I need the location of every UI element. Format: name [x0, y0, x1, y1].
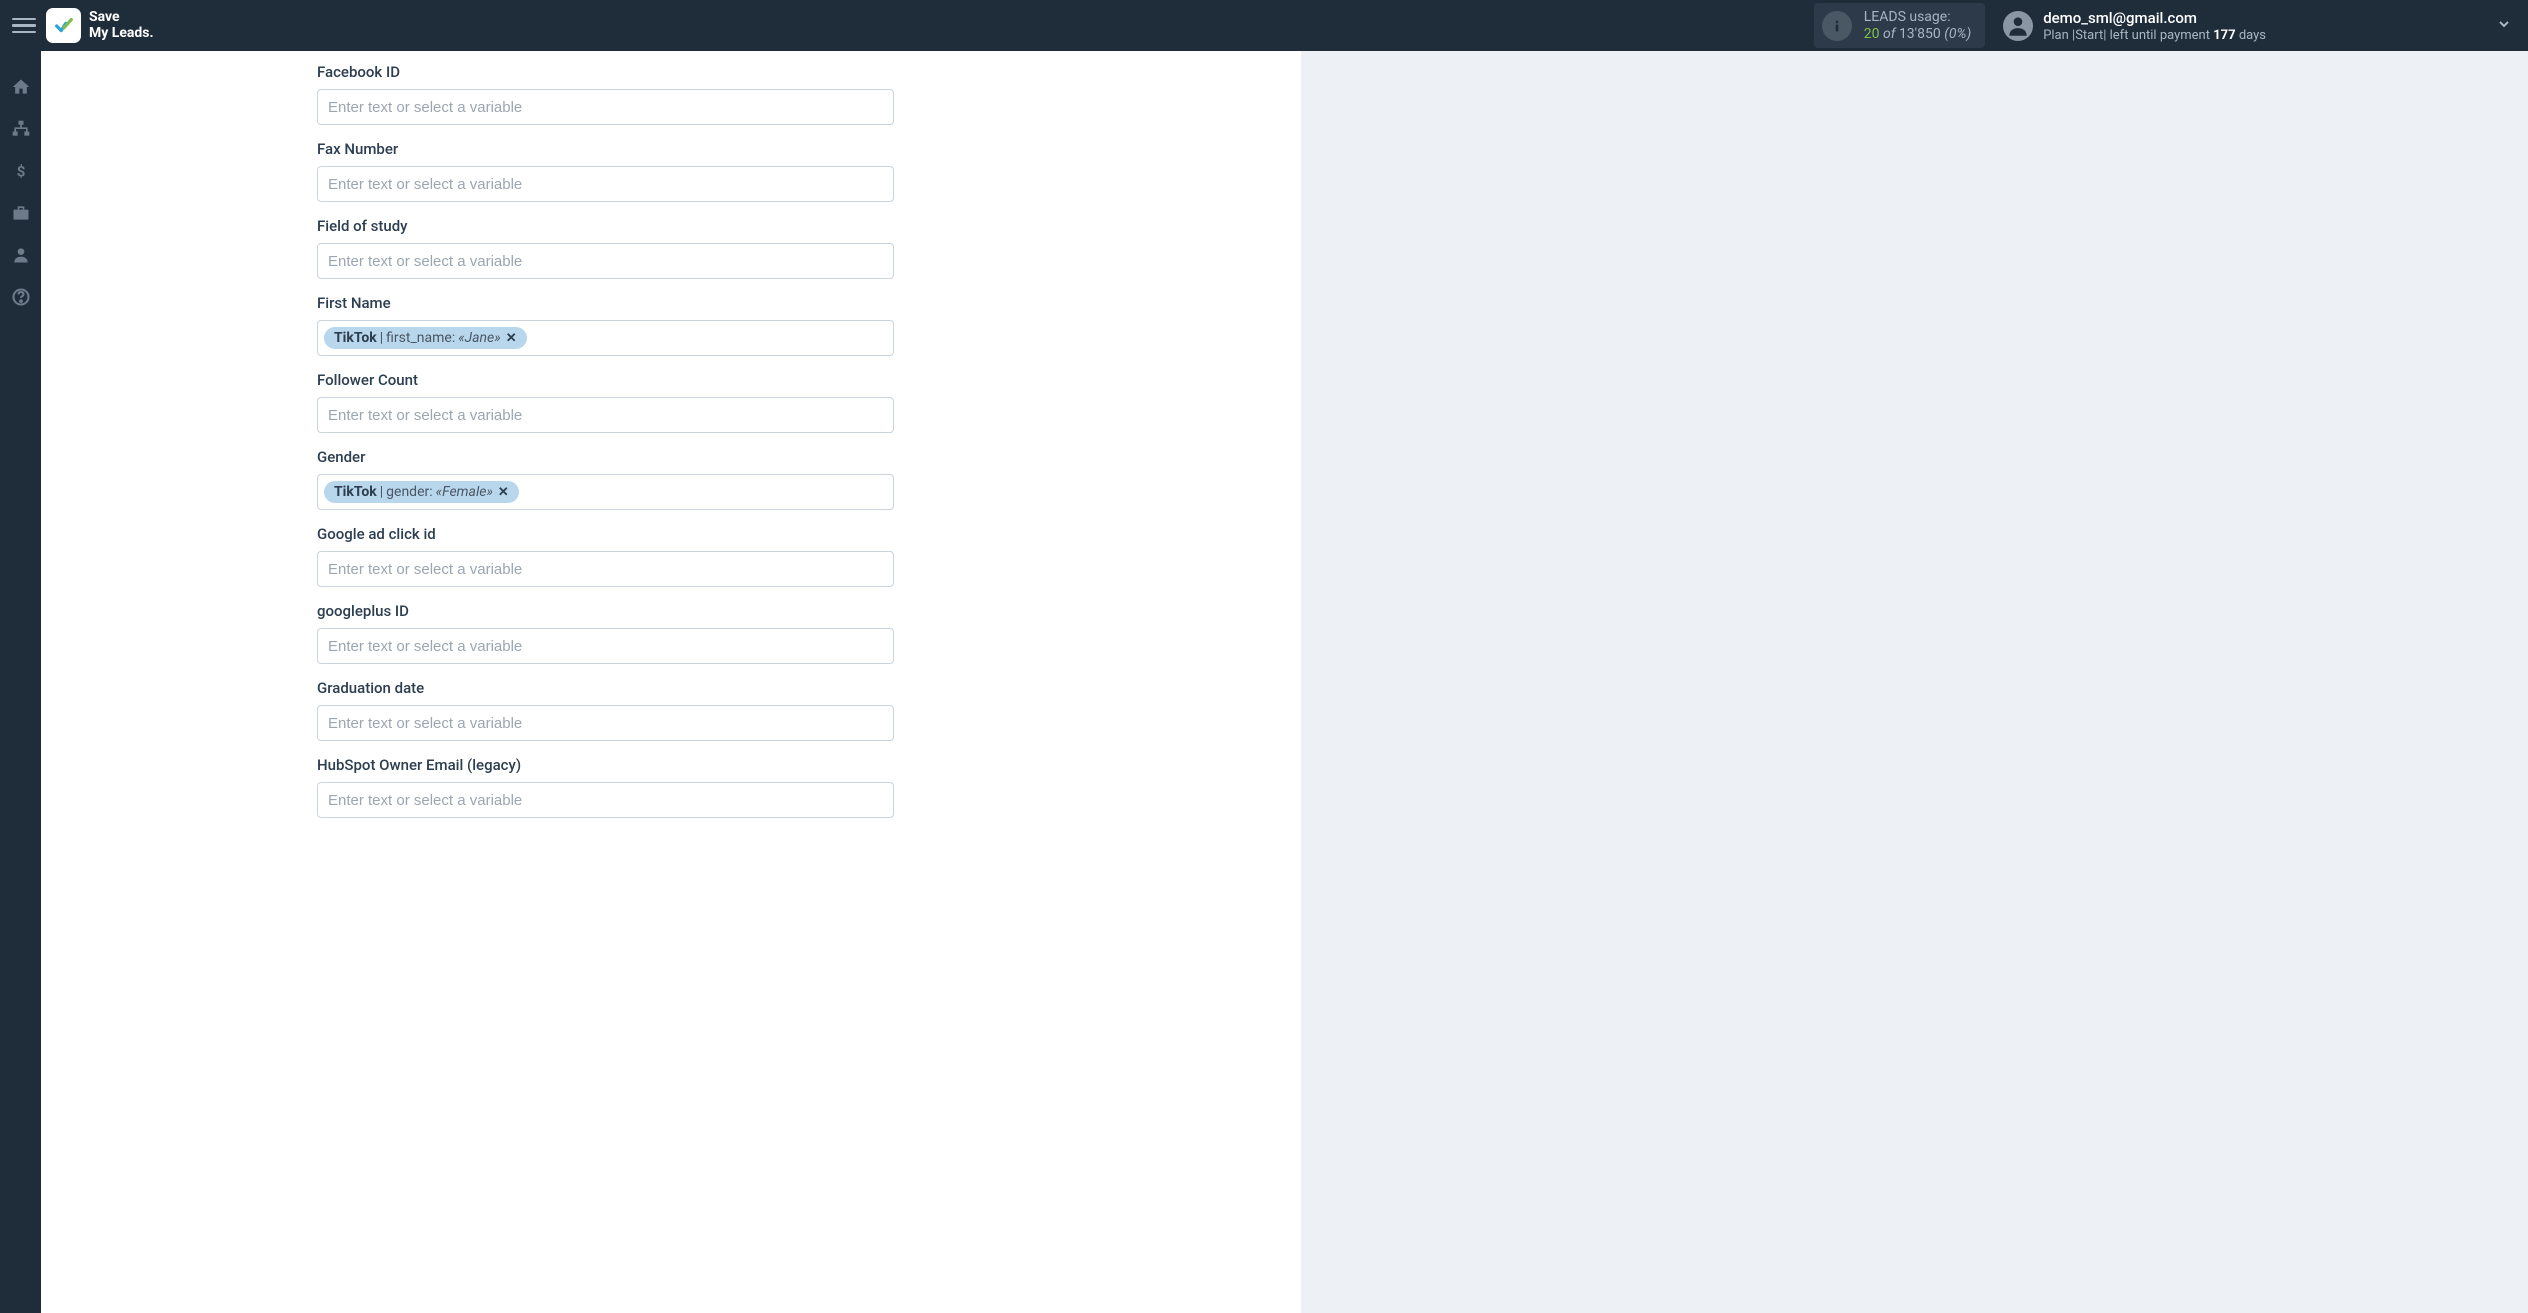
- variable-input[interactable]: [317, 89, 894, 125]
- logo-text: Save My Leads.: [89, 10, 154, 41]
- variable-input[interactable]: [317, 397, 894, 433]
- field-group: googleplus ID: [317, 602, 894, 664]
- usage-label: LEADS usage:: [1864, 9, 1971, 25]
- field-group: Field of study: [317, 217, 894, 279]
- briefcase-icon[interactable]: [10, 202, 32, 224]
- variable-chip: TikTok | gender: «Female» ✕: [324, 481, 519, 503]
- field-label: First Name: [317, 294, 894, 312]
- variable-input[interactable]: TikTok | first_name: «Jane» ✕: [317, 320, 894, 356]
- help-icon[interactable]: [10, 286, 32, 308]
- field-group: Follower Count: [317, 371, 894, 433]
- checkmark-icon: [53, 15, 75, 37]
- user-email: demo_sml@gmail.com: [2043, 9, 2266, 27]
- variable-input[interactable]: [317, 166, 894, 202]
- usage-values: 20 of 13'850 (0%): [1864, 26, 1971, 42]
- variable-input[interactable]: [317, 705, 894, 741]
- user-menu[interactable]: demo_sml@gmail.com Plan |Start| left unt…: [2003, 9, 2266, 43]
- field-label: Facebook ID: [317, 63, 894, 81]
- user-plan: Plan |Start| left until payment 177 days: [2043, 28, 2266, 43]
- variable-chip: TikTok | first_name: «Jane» ✕: [324, 327, 527, 349]
- main-area: Facebook ID Fax Number Field of study First…: [41, 51, 2528, 1313]
- sitemap-icon[interactable]: [10, 118, 32, 140]
- variable-input[interactable]: [317, 782, 894, 818]
- field-label: Fax Number: [317, 140, 894, 158]
- field-group: First Name TikTok | first_name: «Jane» ✕: [317, 294, 894, 356]
- logo-icon: [46, 8, 81, 43]
- chip-remove-icon[interactable]: ✕: [506, 331, 517, 346]
- svg-text:$: $: [16, 162, 25, 180]
- home-icon[interactable]: [10, 76, 32, 98]
- chevron-down-icon[interactable]: [2266, 16, 2512, 36]
- field-group: Google ad click id: [317, 525, 894, 587]
- chip-remove-icon[interactable]: ✕: [498, 485, 509, 500]
- dollar-icon[interactable]: $: [10, 160, 32, 182]
- field-label: Field of study: [317, 217, 894, 235]
- variable-input[interactable]: [317, 243, 894, 279]
- field-label: Google ad click id: [317, 525, 894, 543]
- info-icon: [1822, 11, 1852, 41]
- field-group: Fax Number: [317, 140, 894, 202]
- topbar: Save My Leads. LEADS usage: 20 of 13'850…: [0, 0, 2528, 51]
- menu-toggle[interactable]: [12, 14, 36, 38]
- field-label: HubSpot Owner Email (legacy): [317, 756, 894, 774]
- field-group: Facebook ID: [317, 63, 894, 125]
- user-icon[interactable]: [10, 244, 32, 266]
- variable-input[interactable]: [317, 551, 894, 587]
- field-group: HubSpot Owner Email (legacy): [317, 756, 894, 818]
- sidebar: $: [0, 51, 41, 1313]
- usage-indicator[interactable]: LEADS usage: 20 of 13'850 (0%): [1814, 3, 1985, 48]
- field-group: Gender TikTok | gender: «Female» ✕: [317, 448, 894, 510]
- field-label: Graduation date: [317, 679, 894, 697]
- field-label: Follower Count: [317, 371, 894, 389]
- field-label: googleplus ID: [317, 602, 894, 620]
- user-avatar-icon: [2003, 11, 2033, 41]
- field-group: Graduation date: [317, 679, 894, 741]
- variable-input[interactable]: [317, 628, 894, 664]
- field-label: Gender: [317, 448, 894, 466]
- variable-input[interactable]: TikTok | gender: «Female» ✕: [317, 474, 894, 510]
- form-card: Facebook ID Fax Number Field of study First…: [41, 51, 1301, 1313]
